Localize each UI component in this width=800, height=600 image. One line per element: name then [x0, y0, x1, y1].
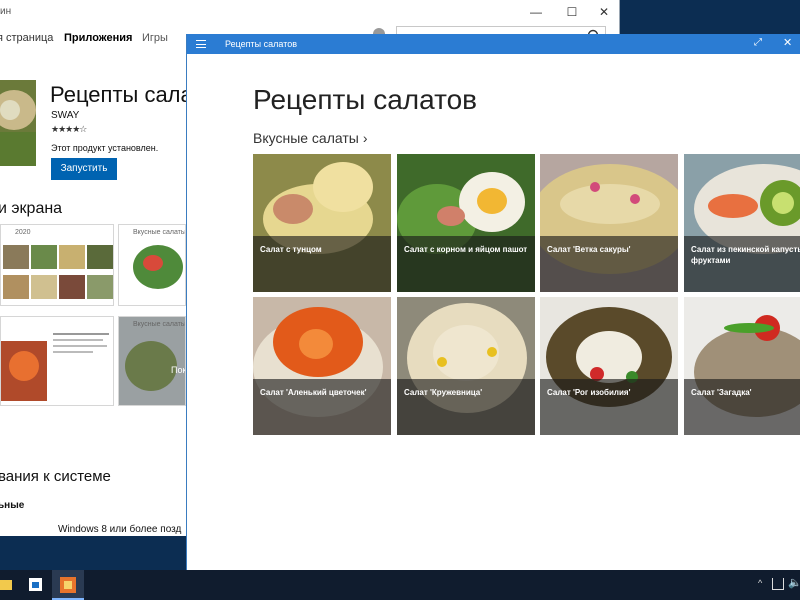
screenshot-overlay-text: Пок — [171, 365, 186, 375]
screenshots-heading: и экрана — [0, 200, 63, 217]
close-button[interactable]: ✕ — [783, 36, 792, 49]
screenshot-caption: Вкусные салаты — [133, 229, 186, 236]
tray-expand-icon[interactable]: ^ — [758, 578, 762, 588]
recipe-tile[interactable]: Салат 'Кружевница' — [397, 297, 535, 435]
recipe-tile[interactable]: Салат с корном и яйцом пашот — [397, 154, 535, 292]
recipe-tile[interactable]: Салат 'Аленький цветочек' — [253, 297, 391, 435]
screenshot-1[interactable]: 2020 — [0, 224, 114, 306]
app-rating-stars: ★★★★☆ — [51, 124, 87, 134]
taskbar: ^ 🔈 — [0, 570, 800, 600]
requirements-os: Windows 8 или более позд — [58, 524, 182, 535]
recipe-tile-label: Салат из пекинской капусты с фруктами — [691, 245, 800, 265]
recipe-tile[interactable]: Салат 'Загадка' — [684, 297, 800, 435]
close-button[interactable]: ✕ — [590, 2, 618, 22]
volume-icon[interactable]: 🔈 — [788, 576, 800, 589]
file-explorer-icon[interactable] — [0, 574, 18, 596]
recipe-tile-label: Салат с тунцом — [260, 245, 322, 254]
app-thumbnail — [0, 80, 36, 166]
hamburger-menu-icon[interactable] — [196, 40, 206, 48]
recipes-app-window: Рецепты салатов ⤢ ✕ Рецепты салатов Вкус… — [186, 34, 800, 570]
page-title: Рецепты салатов — [253, 84, 478, 115]
recipe-tile[interactable]: Салат из пекинской капусты с фруктами — [684, 154, 800, 292]
recipe-tile[interactable]: Салат 'Рог изобилия' — [540, 297, 678, 435]
recipe-tile-label: Салат 'Ветка сакуры' — [547, 245, 631, 254]
nav-apps[interactable]: Приложения — [64, 32, 132, 44]
recipe-tile-label: Салат 'Рог изобилия' — [547, 388, 631, 397]
network-icon[interactable] — [772, 578, 784, 590]
screenshot-3[interactable] — [0, 316, 114, 406]
install-status: Этот продукт установлен. — [51, 143, 159, 153]
app-publisher[interactable]: SWAY — [51, 110, 79, 121]
recipe-tile-label: Салат 'Аленький цветочек' — [260, 388, 367, 397]
store-window-title: ин — [0, 6, 12, 17]
minimize-button[interactable]: — — [522, 2, 550, 22]
screenshot-caption: 2020 — [15, 229, 31, 236]
expand-icon[interactable]: ⤢ — [754, 37, 762, 48]
recipes-titlebar[interactable]: Рецепты салатов ⤢ ✕ — [187, 34, 800, 54]
screenshot-2[interactable]: Вкусные салаты — [118, 224, 186, 306]
recipe-tile-label: Салат 'Загадка' — [691, 388, 752, 397]
recipe-tile[interactable]: Салат с тунцом — [253, 154, 391, 292]
screenshot-4[interactable]: Вкусные салаты Пок — [118, 316, 186, 406]
recipe-tile[interactable]: Салат 'Ветка сакуры' — [540, 154, 678, 292]
store-app-icon[interactable] — [24, 574, 48, 596]
store-titlebar[interactable]: ин — ☐ ✕ — [0, 0, 619, 24]
section-title: Вкусные салаты — [253, 130, 359, 146]
launch-button[interactable]: Запустить — [51, 158, 117, 180]
recipe-tile-label: Салат 'Кружевница' — [404, 388, 483, 397]
maximize-button[interactable]: ☐ — [558, 2, 586, 22]
chevron-right-icon: › — [362, 130, 368, 146]
section-link[interactable]: Вкусные салаты › — [253, 130, 368, 146]
requirements-column: ьные — [0, 500, 25, 511]
app-name: Рецепты салат — [50, 82, 203, 107]
recipes-window-title: Рецепты салатов — [225, 39, 298, 49]
recipe-tile-label: Салат с корном и яйцом пашот — [404, 245, 528, 254]
screenshot-caption: Вкусные салаты — [133, 321, 186, 328]
nav-games[interactable]: Игры — [142, 32, 168, 44]
nav-home[interactable]: я страница — [0, 32, 53, 44]
recipes-app-icon[interactable] — [52, 570, 84, 600]
requirements-heading: вания к системе — [0, 468, 111, 485]
